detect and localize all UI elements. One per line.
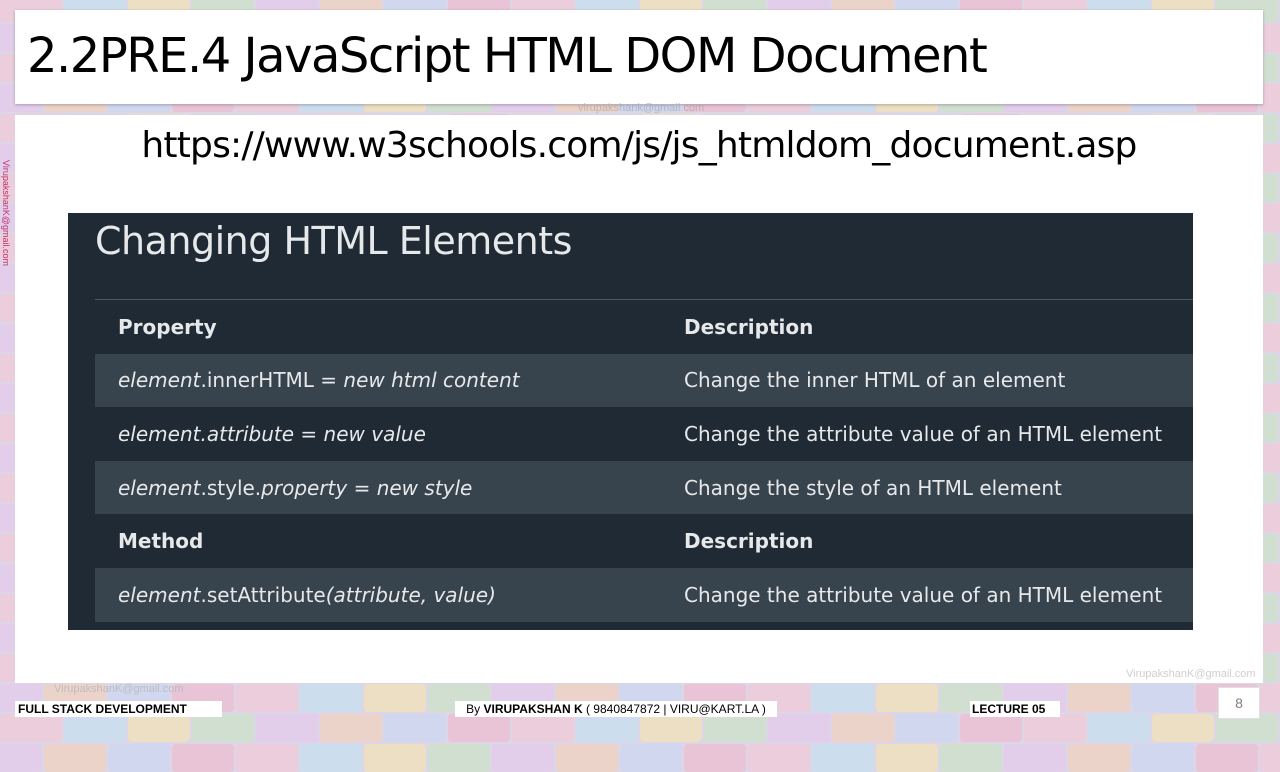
description-column-header: Description — [661, 298, 1193, 354]
dom-properties-table: Property Description element.innerHTML =… — [95, 298, 1193, 622]
screenshot-heading: Changing HTML Elements — [95, 219, 572, 263]
background-tile — [748, 744, 810, 772]
description-cell: Change the style of an HTML element — [661, 460, 1193, 515]
background-tile — [128, 714, 190, 742]
background-tile — [1132, 744, 1194, 772]
background-tile — [684, 744, 746, 772]
background-tile — [556, 744, 618, 772]
reference-url[interactable]: https://www.w3schools.com/js/js_htmldom_… — [15, 125, 1263, 166]
background-tile — [384, 714, 446, 742]
property-cell: element.innerHTML = new html content — [95, 353, 661, 408]
background-tile — [576, 714, 638, 742]
page-number: 8 — [1218, 687, 1260, 719]
property-cell: element.attribute = new value — [95, 407, 661, 461]
description-cell: Change the inner HTML of an element — [661, 353, 1193, 408]
footer-course: FULL STACK DEVELOPMENT — [15, 701, 222, 717]
w3schools-screenshot: Changing HTML Elements Property Descript… — [68, 213, 1193, 630]
watermark-email-footer: VirupakshanK@gmail.com — [54, 683, 184, 695]
background-tile — [876, 684, 938, 712]
background-tile — [1152, 714, 1214, 742]
background-tile — [640, 714, 702, 742]
footer-lecture: LECTURE 05 — [970, 701, 1060, 717]
background-tile — [1068, 684, 1130, 712]
watermark-email-top: virupakshank@gmail.com — [578, 102, 705, 114]
background-tile — [1260, 744, 1280, 772]
table-header-row: Property Description — [95, 298, 1193, 354]
background-tile — [492, 744, 554, 772]
background-tile — [1260, 564, 1280, 592]
watermark-email-left: VirupakshanK@gmail.com — [1, 160, 11, 267]
background-tile — [364, 684, 426, 712]
background-tile — [1260, 204, 1280, 232]
background-tile — [300, 684, 362, 712]
background-tile — [1260, 504, 1280, 532]
background-tile — [1260, 684, 1280, 712]
slide-title: 2.2PRE.4 JavaScript HTML DOM Document — [27, 28, 988, 84]
property-column-header: Property — [95, 298, 661, 354]
background-tile — [1260, 264, 1280, 292]
table-row: element.innerHTML = new html content Cha… — [95, 353, 1193, 408]
background-tile — [108, 744, 170, 772]
description-cell: Change the attribute value of an HTML el… — [661, 567, 1193, 622]
background-tile — [768, 714, 830, 742]
method-header-row: Method Description — [95, 514, 1193, 568]
background-tile — [940, 744, 1002, 772]
background-tile — [704, 714, 766, 742]
background-tile — [812, 744, 874, 772]
background-tile — [0, 744, 42, 772]
background-tile — [320, 714, 382, 742]
background-tile — [1196, 744, 1258, 772]
background-tile — [1024, 714, 1086, 742]
background-tile — [236, 684, 298, 712]
background-tile — [1260, 444, 1280, 472]
background-tile — [812, 684, 874, 712]
background-tile — [448, 714, 510, 742]
background-tile — [832, 714, 894, 742]
background-tile — [1068, 744, 1130, 772]
table-row: element.attribute = new value Change the… — [95, 407, 1193, 461]
background-tile — [960, 714, 1022, 742]
background-tile — [1260, 144, 1280, 172]
background-tile — [1260, 384, 1280, 412]
background-tile — [0, 714, 62, 742]
background-tile — [172, 744, 234, 772]
table-row: element.style.property = new style Chang… — [95, 460, 1193, 515]
background-tile — [896, 714, 958, 742]
background-tile — [44, 744, 106, 772]
background-tile — [1260, 24, 1280, 52]
background-tile — [300, 744, 362, 772]
description-cell: Change the attribute value of an HTML el… — [661, 407, 1193, 461]
slide-content-panel: https://www.w3schools.com/js/js_htmldom_… — [15, 115, 1263, 683]
background-tile — [620, 744, 682, 772]
background-tile — [1132, 684, 1194, 712]
background-tile — [876, 744, 938, 772]
method-column-header: Method — [95, 514, 661, 568]
background-tile — [1260, 624, 1280, 652]
method-cell: element.setAttribute(attribute, value) — [95, 567, 661, 622]
background-tile — [192, 714, 254, 742]
background-tile — [364, 744, 426, 772]
slide-title-bar: 2.2PRE.4 JavaScript HTML DOM Document — [15, 10, 1263, 104]
background-tile — [1260, 324, 1280, 352]
background-tile — [428, 744, 490, 772]
background-tile — [256, 714, 318, 742]
background-tile — [236, 744, 298, 772]
background-tile — [1260, 84, 1280, 112]
table-row: element.setAttribute(attribute, value) C… — [95, 567, 1193, 622]
background-tile — [1004, 744, 1066, 772]
footer-author: By VIRUPAKSHAN K ( 9840847872 | VIRU@KAR… — [455, 701, 777, 717]
background-tile — [64, 714, 126, 742]
background-tile — [512, 714, 574, 742]
watermark-email-right: VirupakshanK@gmail.com — [1126, 668, 1256, 680]
method-description-header: Description — [661, 514, 1193, 568]
background-tile — [1088, 714, 1150, 742]
property-cell: element.style.property = new style — [95, 460, 661, 515]
